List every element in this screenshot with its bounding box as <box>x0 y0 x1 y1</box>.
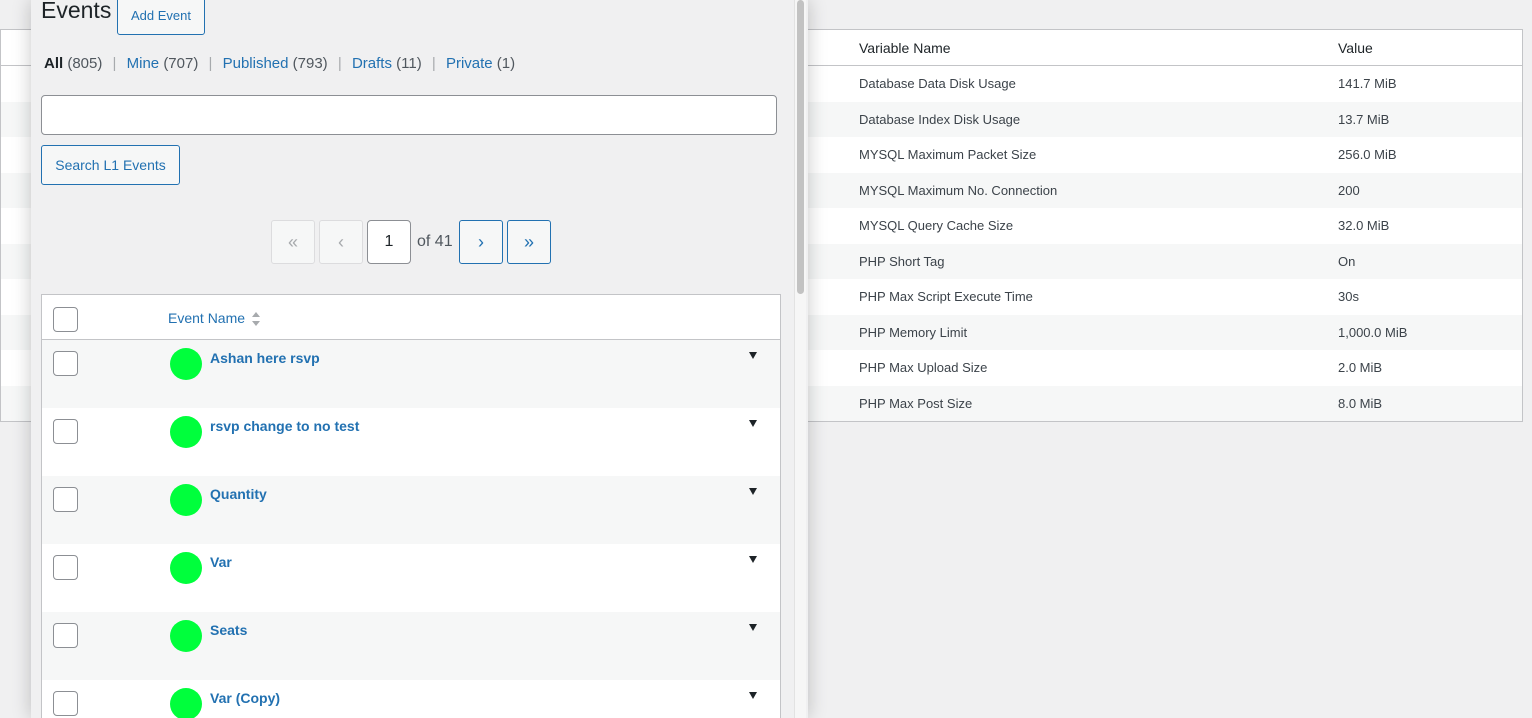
event-row[interactable]: Ashan here rsvp <box>42 340 780 408</box>
variable-name-cell: Database Data Disk Usage <box>859 76 1016 91</box>
event-row[interactable]: Var <box>42 544 780 612</box>
variable-name-cell: PHP Max Script Execute Time <box>859 289 1033 304</box>
row-checkbox[interactable] <box>53 691 78 716</box>
event-name-link[interactable]: Var <box>210 554 232 570</box>
filter-private-count: (1) <box>496 55 516 72</box>
events-table: Event Name Ashan here rsvp rsvp change t… <box>41 294 781 718</box>
expand-caret-icon[interactable] <box>749 624 757 631</box>
status-filter-links: All (805) | Mine (707) | Published (793)… <box>44 55 515 72</box>
value-cell: 8.0 MiB <box>1338 395 1383 411</box>
value-cell: 141.7 MiB <box>1338 76 1397 91</box>
variable-name-cell: Database Index Disk Usage <box>859 111 1021 127</box>
value-cell: 200 <box>1338 182 1360 198</box>
value-cell: 32.0 MiB <box>1338 218 1390 233</box>
expand-caret-icon[interactable] <box>749 556 757 563</box>
status-dot-icon <box>170 348 202 380</box>
filter-separator: | <box>208 55 213 72</box>
filter-mine[interactable]: Mine <box>127 55 160 72</box>
expand-caret-icon[interactable] <box>749 420 757 427</box>
row-checkbox[interactable] <box>53 487 78 512</box>
event-row[interactable]: rsvp change to no test <box>42 408 780 476</box>
variable-name-cell: MYSQL Query Cache Size <box>859 218 1014 233</box>
filter-all-count: (805) <box>67 55 103 72</box>
filter-drafts[interactable]: Drafts <box>352 55 392 72</box>
variable-name-cell: PHP Max Post Size <box>859 395 973 411</box>
row-checkbox[interactable] <box>53 351 78 376</box>
column-header-value: Value <box>1338 40 1373 56</box>
filter-mine-count: (707) <box>163 55 199 72</box>
event-name-link[interactable]: Ashan here rsvp <box>210 350 320 366</box>
value-cell: 2.0 MiB <box>1338 360 1383 375</box>
row-checkbox[interactable] <box>53 623 78 648</box>
variable-name-cell: MYSQL Maximum No. Connection <box>859 182 1058 198</box>
search-events-button[interactable]: Search L1 Events <box>41 145 180 185</box>
expand-caret-icon[interactable] <box>749 352 757 359</box>
event-name-link[interactable]: Quantity <box>210 486 267 502</box>
status-dot-icon <box>170 688 202 718</box>
status-dot-icon <box>170 620 202 652</box>
last-page-button[interactable]: » <box>507 220 551 264</box>
variable-name-cell: MYSQL Maximum Packet Size <box>859 147 1037 162</box>
filter-drafts-count: (11) <box>396 55 422 72</box>
filter-all[interactable]: All <box>44 55 63 72</box>
events-table-header: Event Name <box>42 295 780 340</box>
filter-separator: | <box>112 55 117 72</box>
event-name-link[interactable]: Var (Copy) <box>210 690 280 706</box>
first-page-button: « <box>271 220 315 264</box>
value-cell: On <box>1338 253 1356 269</box>
filter-separator: | <box>431 55 436 72</box>
status-dot-icon <box>170 484 202 516</box>
filter-separator: | <box>337 55 342 72</box>
page-title: Events <box>41 0 112 23</box>
status-dot-icon <box>170 552 202 584</box>
variable-name-cell: PHP Max Upload Size <box>859 360 988 375</box>
status-dot-icon <box>170 416 202 448</box>
select-all-checkbox[interactable] <box>53 307 78 332</box>
row-checkbox[interactable] <box>53 419 78 444</box>
variable-name-cell: PHP Short Tag <box>859 253 945 269</box>
row-checkbox[interactable] <box>53 555 78 580</box>
column-header-event-name[interactable]: Event Name <box>168 310 245 326</box>
sort-icon[interactable] <box>251 311 261 327</box>
filter-published[interactable]: Published <box>223 55 289 72</box>
add-event-button[interactable]: Add Event <box>117 0 205 35</box>
event-row[interactable]: Quantity <box>42 476 780 544</box>
current-page-input[interactable]: 1 <box>367 220 411 264</box>
column-header-variable-name: Variable Name <box>859 40 951 56</box>
variable-name-cell: PHP Memory Limit <box>859 324 968 340</box>
expand-caret-icon[interactable] <box>749 488 757 495</box>
event-name-link[interactable]: rsvp change to no test <box>210 418 359 434</box>
filter-published-count: (793) <box>292 55 328 72</box>
next-page-button[interactable]: › <box>459 220 503 264</box>
event-row[interactable]: Seats <box>42 612 780 680</box>
search-input[interactable] <box>41 95 777 135</box>
value-cell: 30s <box>1338 289 1359 304</box>
previous-page-button: ‹ <box>319 220 363 264</box>
event-row[interactable]: Var (Copy) <box>42 680 780 718</box>
event-name-link[interactable]: Seats <box>210 622 247 638</box>
total-pages-label: of 41 <box>417 233 453 250</box>
value-cell: 13.7 MiB <box>1338 111 1390 127</box>
panel-scrollbar-thumb[interactable] <box>797 0 804 294</box>
filter-private[interactable]: Private <box>446 55 493 72</box>
value-cell: 256.0 MiB <box>1338 147 1397 162</box>
value-cell: 1,000.0 MiB <box>1338 324 1408 340</box>
expand-caret-icon[interactable] <box>749 692 757 699</box>
